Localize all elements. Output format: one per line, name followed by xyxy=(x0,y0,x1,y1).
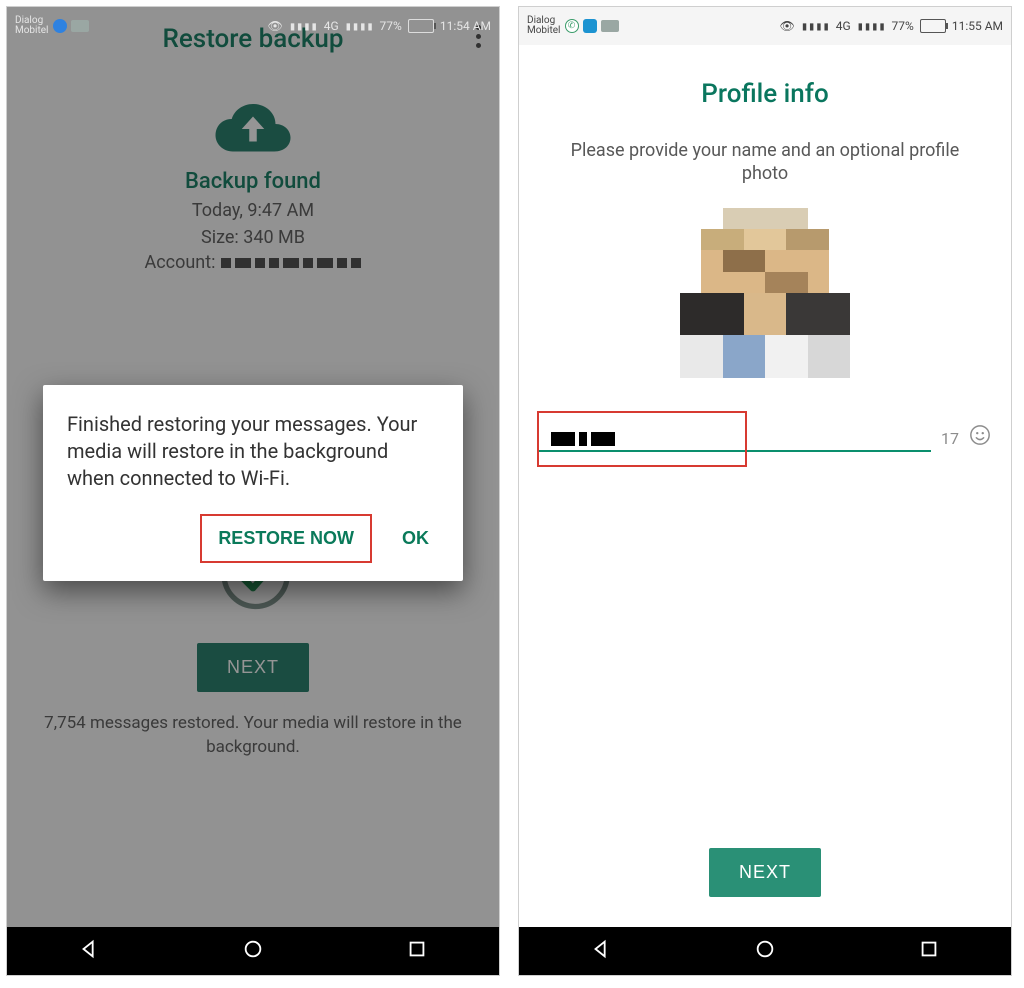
signal-icon-2: ▮▮▮▮ xyxy=(857,19,886,33)
notif-rect-icon xyxy=(601,20,619,32)
battery-icon xyxy=(920,19,946,33)
profile-instruction: Please provide your name and an optional… xyxy=(519,109,1011,198)
network-type: 4G xyxy=(836,19,851,33)
emoji-icon[interactable] xyxy=(969,424,991,452)
restore-now-button[interactable]: RESTORE NOW xyxy=(208,520,364,557)
phone-profile-info: Dialog Mobitel ✆ 👁 ▮▮▮▮ 4G ▮▮▮▮ 77% 11:5… xyxy=(518,6,1012,976)
dialog-message: Finished restoring your messages. Your m… xyxy=(67,411,439,492)
whatsapp-notif-icon: ✆ xyxy=(565,19,579,33)
nav-recents-icon[interactable] xyxy=(918,938,940,964)
profile-photo[interactable] xyxy=(680,208,850,378)
nav-back-icon[interactable] xyxy=(78,938,100,964)
notif-rect-icon xyxy=(71,20,89,32)
carrier-line2-ov: Mobitel xyxy=(15,26,49,36)
restore-dialog: Finished restoring your messages. Your m… xyxy=(43,385,463,581)
notif-square-icon xyxy=(583,19,597,33)
page-title: Profile info xyxy=(519,79,1011,109)
status-time: 11:55 AM xyxy=(952,19,1003,33)
signal-icon: ▮▮▮▮ xyxy=(289,19,318,33)
signal-icon: ▮▮▮▮ xyxy=(801,19,830,33)
battery-icon xyxy=(408,19,434,33)
android-navbar xyxy=(519,927,1011,975)
battery-pct: 77% xyxy=(892,19,914,33)
battery-pct: 77% xyxy=(380,19,402,33)
nav-home-icon[interactable] xyxy=(754,938,776,964)
eye-icon: 👁 xyxy=(268,19,283,33)
status-bar-overlay: Dialog Mobitel 👁 ▮▮▮▮ 4G ▮▮▮▮ 77% 11:54 … xyxy=(7,7,499,45)
nav-home-icon[interactable] xyxy=(242,938,264,964)
status-time: 11:54 AM xyxy=(440,19,491,33)
notif-dot-icon xyxy=(53,19,67,33)
phone-restore-backup: Dialog Mobitel 👁 ▮▮▮▮ 4G ▮▮▮▮ 77% 11:54 … xyxy=(6,6,500,976)
annotation-highlight: RESTORE NOW xyxy=(200,514,372,563)
char-count: 17 xyxy=(941,429,959,452)
ok-button[interactable]: OK xyxy=(392,520,439,557)
eye-icon: 👁 xyxy=(780,19,795,33)
next-button[interactable]: NEXT xyxy=(709,848,821,897)
status-bar: Dialog Mobitel ✆ 👁 ▮▮▮▮ 4G ▮▮▮▮ 77% 11:5… xyxy=(519,7,1011,45)
nav-back-icon[interactable] xyxy=(590,938,612,964)
carrier-line2: Mobitel xyxy=(527,26,561,36)
nav-recents-icon[interactable] xyxy=(406,938,428,964)
android-navbar xyxy=(7,927,499,975)
annotation-highlight xyxy=(537,411,747,467)
network-type: 4G xyxy=(324,19,339,33)
signal-icon-2: ▮▮▮▮ xyxy=(345,19,374,33)
